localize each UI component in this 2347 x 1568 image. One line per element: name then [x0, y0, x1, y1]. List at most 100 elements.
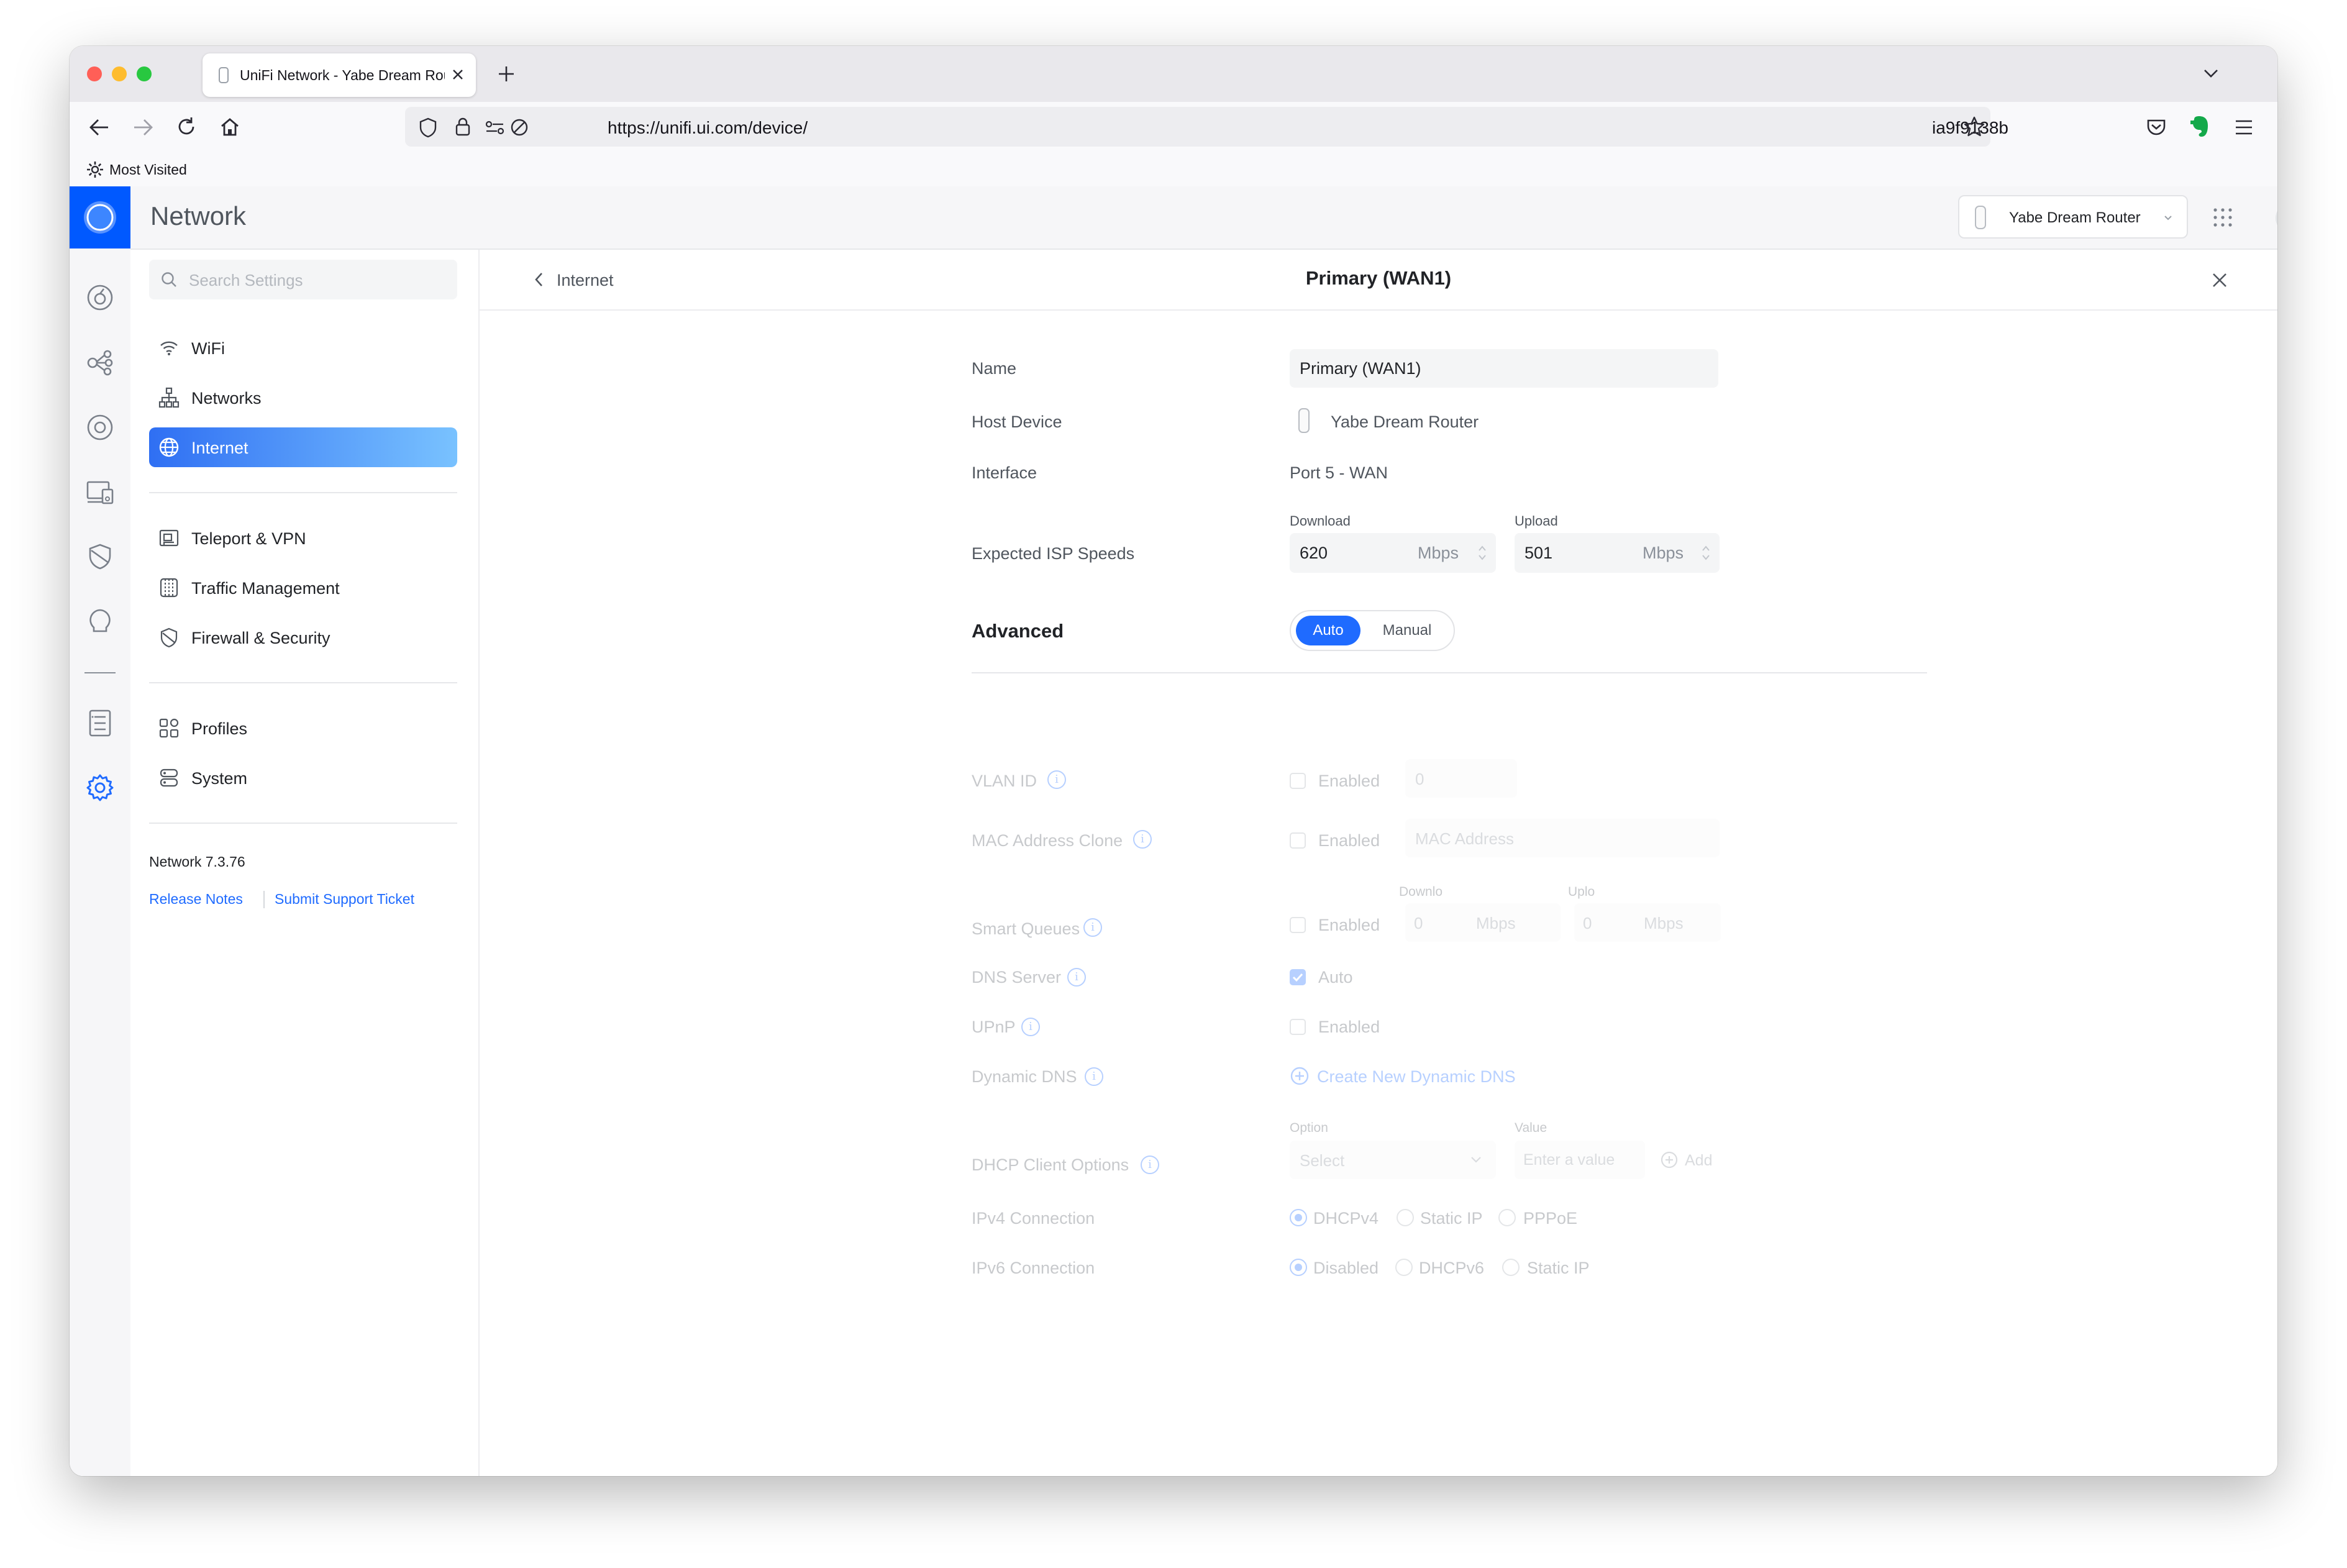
- logs-icon[interactable]: [85, 708, 115, 738]
- url-bar[interactable]: https://unifi.ui.com/device/ ia9f9138b: [405, 107, 2008, 147]
- sq-download-input[interactable]: 0 Mbps: [1405, 903, 1561, 942]
- upload-stepper-icon[interactable]: [1701, 542, 1711, 564]
- sidebar-item-profiles[interactable]: Profiles: [149, 708, 457, 748]
- sidebar-item-networks[interactable]: Networks: [149, 378, 457, 417]
- dhcp-value-input[interactable]: Enter a value: [1515, 1141, 1645, 1179]
- profiles-icon: [158, 717, 180, 739]
- bookmark-star-icon[interactable]: [1963, 116, 1985, 138]
- ipv6-disabled-radio[interactable]: [1290, 1259, 1307, 1276]
- option-column-label: Option: [1290, 1121, 1328, 1135]
- manual-mode-button[interactable]: Manual: [1368, 616, 1446, 645]
- user-avatar-icon[interactable]: [2275, 203, 2277, 234]
- name-input-value: Primary (WAN1): [1300, 359, 1421, 378]
- topology-icon[interactable]: [85, 348, 115, 378]
- device-selector-label: Yabe Dream Router: [2009, 209, 2141, 226]
- link-separator: [263, 891, 265, 908]
- ipv4-dhcpv4-radio[interactable]: [1290, 1209, 1307, 1226]
- permissions-icon[interactable]: [485, 119, 506, 135]
- smart-queues-enabled-checkbox[interactable]: [1290, 917, 1306, 933]
- upload-speed-input[interactable]: 501 Mbps: [1515, 533, 1720, 573]
- advanced-divider: [972, 672, 1927, 673]
- evernote-extension-icon[interactable]: [2189, 114, 2212, 139]
- vlan-label: VLAN ID: [972, 772, 1037, 790]
- mac-clone-enabled-checkbox[interactable]: [1290, 832, 1306, 849]
- hamburger-menu-icon[interactable]: [2234, 118, 2254, 137]
- sq-upload-input[interactable]: 0 Mbps: [1574, 903, 1721, 942]
- ipv6-static-radio[interactable]: [1502, 1259, 1520, 1276]
- lock-icon[interactable]: [455, 117, 471, 137]
- left-rail: [70, 186, 132, 1476]
- sidebar-item-firewall-security[interactable]: Firewall & Security: [149, 618, 457, 657]
- create-dynamic-dns-label: Create New Dynamic DNS: [1317, 1067, 1516, 1086]
- pocket-icon[interactable]: [2146, 117, 2167, 138]
- minimize-window-button[interactable]: [112, 66, 127, 81]
- vlan-info-icon[interactable]: i: [1047, 770, 1066, 789]
- zoom-window-button[interactable]: [137, 66, 152, 81]
- dhcp-client-options-info-icon[interactable]: i: [1141, 1155, 1159, 1174]
- sidebar-item-teleport-vpn[interactable]: Teleport & VPN: [149, 518, 457, 558]
- back-arrow-icon[interactable]: [88, 117, 111, 138]
- sidebar-item-wifi[interactable]: WiFi: [149, 328, 457, 368]
- insights-icon[interactable]: [85, 606, 115, 636]
- version-text: Network 7.3.76: [149, 854, 245, 870]
- search-settings-input[interactable]: Search Settings: [149, 260, 457, 299]
- blocked-notification-icon[interactable]: [509, 117, 529, 137]
- vlan-id-input[interactable]: 0: [1405, 759, 1517, 798]
- devices-icon[interactable]: [85, 413, 115, 442]
- ipv6-dhcpv6-radio[interactable]: [1395, 1259, 1413, 1276]
- close-tab-icon[interactable]: [451, 68, 465, 81]
- bookmarks-bar: Most Visited: [70, 153, 2277, 188]
- security-icon[interactable]: [85, 542, 115, 572]
- dns-auto-checkbox[interactable]: [1290, 969, 1306, 985]
- ipv4-pppoe-radio[interactable]: [1498, 1209, 1516, 1226]
- close-window-button[interactable]: [87, 66, 102, 81]
- support-ticket-link[interactable]: Submit Support Ticket: [275, 891, 414, 908]
- app-switcher-grid-icon[interactable]: [2212, 206, 2234, 229]
- forward-arrow-icon[interactable]: [132, 117, 154, 138]
- smart-queues-info-icon[interactable]: i: [1083, 918, 1102, 937]
- release-notes-link[interactable]: Release Notes: [149, 891, 243, 908]
- reload-icon[interactable]: [175, 116, 198, 138]
- name-input[interactable]: Primary (WAN1): [1290, 349, 1718, 388]
- download-speed-input[interactable]: 620 Mbps: [1290, 533, 1496, 573]
- upnp-enabled-checkbox[interactable]: [1290, 1019, 1306, 1035]
- smart-queues-enabled-label: Enabled: [1318, 916, 1380, 934]
- download-stepper-icon[interactable]: [1477, 542, 1487, 564]
- sq-download-value: 0: [1414, 914, 1423, 932]
- dynamic-dns-info-icon[interactable]: i: [1085, 1067, 1103, 1086]
- close-icon[interactable]: [2210, 271, 2229, 289]
- manual-mode-label: Manual: [1382, 622, 1432, 639]
- browser-tab[interactable]: UniFi Network - Yabe Dream Router: [203, 53, 476, 97]
- most-visited-bookmark[interactable]: Most Visited: [109, 162, 187, 178]
- dns-auto-label: Auto: [1318, 968, 1353, 987]
- dashboard-icon[interactable]: [85, 283, 115, 312]
- sidebar-item-traffic-management[interactable]: Traffic Management: [149, 568, 457, 608]
- url-text[interactable]: https://unifi.ui.com/device/: [608, 118, 808, 138]
- mac-clone-info-icon[interactable]: i: [1133, 830, 1152, 849]
- upnp-info-icon[interactable]: i: [1021, 1018, 1040, 1036]
- ipv4-static-radio[interactable]: [1397, 1209, 1414, 1226]
- dhcp-client-options-label: DHCP Client Options: [972, 1155, 1129, 1174]
- dns-server-info-icon[interactable]: i: [1067, 968, 1086, 987]
- settings-icon[interactable]: [85, 773, 115, 803]
- device-selector[interactable]: Yabe Dream Router: [1958, 195, 2188, 239]
- home-icon[interactable]: [219, 116, 241, 138]
- advanced-mode-toggle: Auto Manual: [1290, 610, 1455, 651]
- auto-mode-button[interactable]: Auto: [1296, 616, 1360, 645]
- sidebar-item-internet[interactable]: Internet: [149, 427, 457, 467]
- sidebar-item-label: Traffic Management: [191, 579, 340, 598]
- isp-speeds-label: Expected ISP Speeds: [972, 544, 1135, 563]
- tab-list-chevron-down-icon[interactable]: [2202, 66, 2220, 81]
- clients-icon[interactable]: [85, 477, 115, 507]
- sidebar-item-label: Internet: [191, 439, 248, 457]
- tracking-shield-icon[interactable]: [419, 117, 437, 138]
- unifi-logo[interactable]: [70, 186, 130, 248]
- new-tab-icon[interactable]: [497, 65, 516, 83]
- chevron-down-icon: [2163, 214, 2173, 222]
- vlan-enabled-checkbox[interactable]: [1290, 773, 1306, 789]
- sidebar-item-system[interactable]: System: [149, 758, 457, 798]
- rail-divider: [84, 672, 116, 673]
- upload-value: 501: [1524, 544, 1553, 562]
- dhcp-option-select[interactable]: Select: [1290, 1141, 1496, 1179]
- mac-address-input[interactable]: MAC Address: [1405, 819, 1720, 857]
